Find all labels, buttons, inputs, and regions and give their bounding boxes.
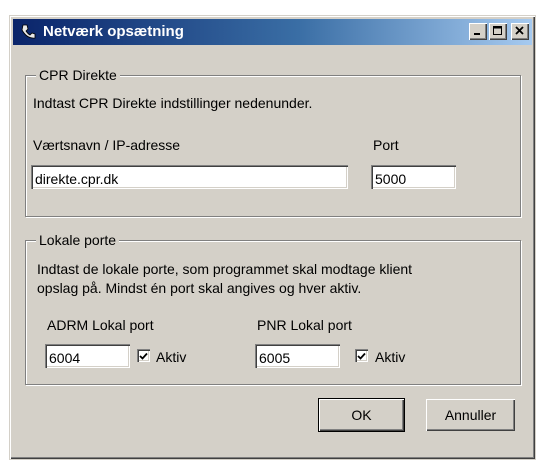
host-label: Værtsnavn / IP-adresse [33, 137, 181, 153]
ok-button[interactable]: OK [319, 399, 404, 431]
title-bar[interactable]: Netværk opsætning [13, 19, 532, 45]
local-ports-legend: Lokale porte [36, 232, 120, 248]
pnr-active-label: Aktiv [375, 349, 406, 365]
minimize-button[interactable] [469, 23, 487, 40]
maximize-icon [493, 23, 503, 40]
checkmark-icon [357, 348, 366, 364]
local-description-line1: Indtast de lokale porte, som programmet … [37, 261, 413, 277]
maximize-button[interactable] [489, 23, 507, 40]
cpr-description: Indtast CPR Direkte indstillinger nedenu… [33, 95, 313, 111]
port-input[interactable] [371, 165, 456, 189]
host-input[interactable] [31, 165, 348, 189]
pnr-port-input[interactable] [255, 344, 340, 368]
close-icon [515, 23, 525, 40]
telephone-icon [19, 23, 37, 41]
checkmark-icon [139, 348, 148, 364]
network-setup-dialog: Netværk opsætning CPR Direkte Indtast CP… [9, 15, 536, 460]
cancel-button[interactable]: Annuller [426, 399, 515, 431]
pnr-label: PNR Lokal port [257, 317, 352, 333]
adrm-active-label: Aktiv [156, 349, 187, 365]
close-button[interactable] [511, 23, 529, 40]
cpr-direkte-legend: CPR Direkte [36, 67, 120, 83]
adrm-active-checkbox[interactable] [137, 349, 150, 362]
adrm-label: ADRM Lokal port [47, 317, 154, 333]
pnr-active-checkbox[interactable] [355, 349, 368, 362]
adrm-port-input[interactable] [45, 344, 130, 368]
local-description-line2: opslag på. Mindst én port skal angives o… [37, 280, 362, 296]
minimize-icon [473, 23, 483, 40]
port-label: Port [373, 137, 399, 153]
window-title: Netværk opsætning [43, 23, 184, 40]
